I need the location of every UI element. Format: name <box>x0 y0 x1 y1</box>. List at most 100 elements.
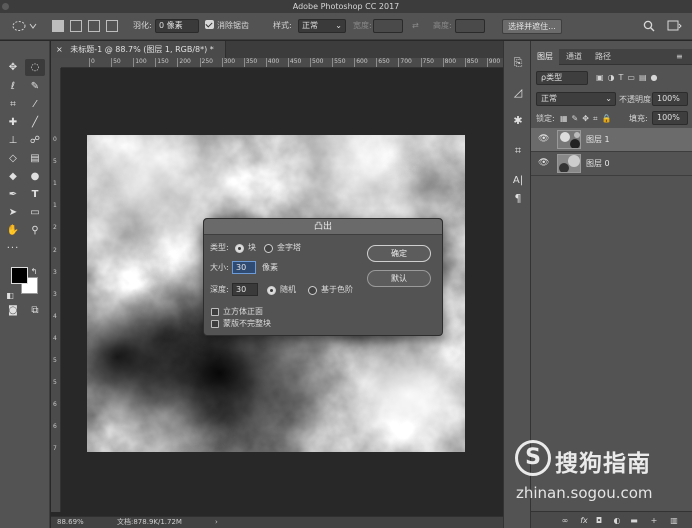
fill-label: 填充: <box>629 114 648 123</box>
width-input[interactable] <box>373 19 403 33</box>
swap-icon[interactable]: ⇄ <box>412 19 419 33</box>
zoom-level[interactable]: 88.69% <box>57 517 84 528</box>
clone-stamp-icon[interactable]: ⊥ <box>3 132 23 149</box>
layer-name[interactable]: 图层 1 <box>586 134 610 146</box>
link-icon[interactable]: ∞ <box>559 515 571 526</box>
ruler-tick-label: 350 <box>245 58 258 65</box>
height-input[interactable] <box>455 19 485 33</box>
ruler-tick-label: 5 <box>53 379 57 387</box>
mask-incomplete-checkbox[interactable] <box>211 320 219 328</box>
ruler-tick-label: 7 <box>53 445 57 453</box>
depth-random-radio[interactable] <box>267 286 276 295</box>
ruler-tick <box>376 58 378 67</box>
layer-filter-select[interactable]: ρ类型 <box>536 71 588 85</box>
path-select-icon[interactable]: ➤ <box>3 204 23 221</box>
ruler-corner[interactable] <box>51 58 61 68</box>
shape-tool-icon[interactable]: ▭ <box>25 204 45 221</box>
pen-tool-icon[interactable]: ✒ <box>3 186 23 203</box>
window-control-icon[interactable] <box>2 3 9 10</box>
solid-front-faces-checkbox[interactable] <box>211 308 219 316</box>
fill-input[interactable]: 100% <box>652 111 688 125</box>
folder-icon[interactable]: ▬ <box>628 515 640 526</box>
adjustments-panel-icon[interactable]: ◿ <box>508 84 528 102</box>
quick-mask-icon[interactable]: ◙ <box>3 302 23 319</box>
opacity-input[interactable]: 100% <box>652 92 688 106</box>
ruler-tick-label: 550 <box>334 58 346 65</box>
layer-row[interactable]: 👁 图层 1 <box>531 128 692 152</box>
crop-tool-icon[interactable]: ⌗ <box>3 96 23 113</box>
ruler-tick-label: 200 <box>179 58 191 65</box>
brush-tool-icon[interactable]: ╱ <box>25 114 45 131</box>
adjustment-icon[interactable]: ◐ <box>611 515 623 526</box>
more-tools-icon[interactable]: ··· <box>3 240 23 257</box>
select-and-mask-button[interactable]: 选择并遮住... <box>502 19 562 34</box>
trash-icon[interactable]: ▥ <box>668 515 680 526</box>
layers-bottom-bar: ∞ fx ◘ ◐ ▬ + ▥ <box>531 511 692 528</box>
type-pyramids-radio[interactable] <box>264 244 273 253</box>
type-blocks-radio[interactable] <box>235 244 244 253</box>
close-icon[interactable]: × <box>56 45 63 54</box>
default-button[interactable]: 默认 <box>367 270 431 287</box>
dialog-title: 凸出 <box>204 219 442 235</box>
blend-mode-select[interactable]: 正常 ⌄ <box>536 92 616 106</box>
marquee-preset-icon[interactable] <box>12 20 38 32</box>
new-layer-icon[interactable]: + <box>648 515 660 526</box>
filter-icons[interactable]: ▣◑T▭▤● <box>596 72 662 84</box>
tab-layers[interactable]: 图层 <box>531 49 559 65</box>
healing-brush-icon[interactable]: ✚ <box>3 114 23 131</box>
history-panel-icon[interactable]: ⎘ <box>508 54 528 72</box>
layer-name[interactable]: 图层 0 <box>586 158 610 170</box>
mask-icon[interactable]: ◘ <box>593 515 605 526</box>
intersect-selection-icon[interactable] <box>106 20 118 32</box>
gradient-icon[interactable]: ▤ <box>25 150 45 167</box>
depth-level-radio[interactable] <box>308 286 317 295</box>
eraser-icon[interactable]: ◇ <box>3 150 23 167</box>
history-brush-icon[interactable]: ☍ <box>25 132 45 149</box>
swap-colors-icon[interactable]: ↰ <box>29 263 39 280</box>
feather-input[interactable]: 0 像素 <box>155 19 199 33</box>
hand-tool-icon[interactable]: ✋ <box>3 222 23 239</box>
workspace-icon[interactable] <box>667 20 683 32</box>
tab-paths[interactable]: 路径 <box>589 49 617 65</box>
plugins-panel-icon[interactable]: ✱ <box>508 112 528 130</box>
type-tool-icon[interactable]: T <box>25 186 45 203</box>
panel-menu-icon[interactable]: ≡ <box>676 49 683 65</box>
eye-icon[interactable]: 👁 <box>538 135 549 144</box>
width-label: 宽度: <box>353 21 372 30</box>
depth-input[interactable]: 30 <box>232 283 258 296</box>
ruler-tick-label: 900 <box>488 58 501 65</box>
document-tab[interactable]: × 未标题-1 @ 88.7% (图层 1, RGB/8*) * <box>51 41 226 58</box>
ruler-tick <box>486 58 488 67</box>
lasso-tool-icon[interactable]: ℓ <box>3 78 23 95</box>
fx-icon[interactable]: fx <box>578 515 590 526</box>
search-icon[interactable] <box>643 20 655 32</box>
quick-select-icon[interactable]: ✎ <box>25 78 45 95</box>
screen-mode-icon[interactable]: ⧉ <box>25 302 45 319</box>
eye-icon[interactable]: 👁 <box>538 159 549 168</box>
subtract-selection-icon[interactable] <box>88 20 100 32</box>
zoom-tool-icon[interactable]: ⚲ <box>25 222 45 239</box>
type-pyramids-label: 金字塔 <box>277 243 301 252</box>
style-select[interactable]: 正常 ⌄ <box>298 19 346 33</box>
blend-mode-value: 正常 <box>541 94 557 103</box>
add-selection-icon[interactable] <box>70 20 82 32</box>
vertical-ruler[interactable]: 0 5 1 1 2 2 3 3 4 4 5 5 6 6 7 <box>51 68 61 512</box>
character-panel-icon[interactable]: A| <box>508 172 528 190</box>
layer-row[interactable]: 👁 图层 0 <box>531 152 692 176</box>
ok-button[interactable]: 确定 <box>367 245 431 262</box>
crop-panel-icon[interactable]: ⌗ <box>508 142 528 160</box>
eyedropper-icon[interactable]: ⁄ <box>25 96 45 113</box>
status-menu-arrow[interactable]: › <box>215 517 218 528</box>
antialias-checkbox[interactable] <box>205 20 214 29</box>
tab-channels[interactable]: 通道 <box>560 49 588 65</box>
new-selection-icon[interactable] <box>52 20 64 32</box>
lock-icons[interactable]: ▦✎✥⌗🔒 <box>560 113 615 125</box>
antialias-label: 消除锯齿 <box>217 21 249 30</box>
dodge-tool-icon[interactable]: ● <box>25 168 45 185</box>
size-input[interactable]: 30 <box>232 261 256 274</box>
move-tool-icon[interactable]: ✥ <box>3 59 23 76</box>
paragraph-panel-icon[interactable]: ¶ <box>508 190 528 208</box>
horizontal-ruler[interactable]: 0 50 100 150 200 250 300 350 400 450 500 550 600 650 7… <box>61 58 503 68</box>
marquee-tool-icon[interactable]: ◌ <box>25 59 45 76</box>
blur-tool-icon[interactable]: ◆ <box>3 168 23 185</box>
